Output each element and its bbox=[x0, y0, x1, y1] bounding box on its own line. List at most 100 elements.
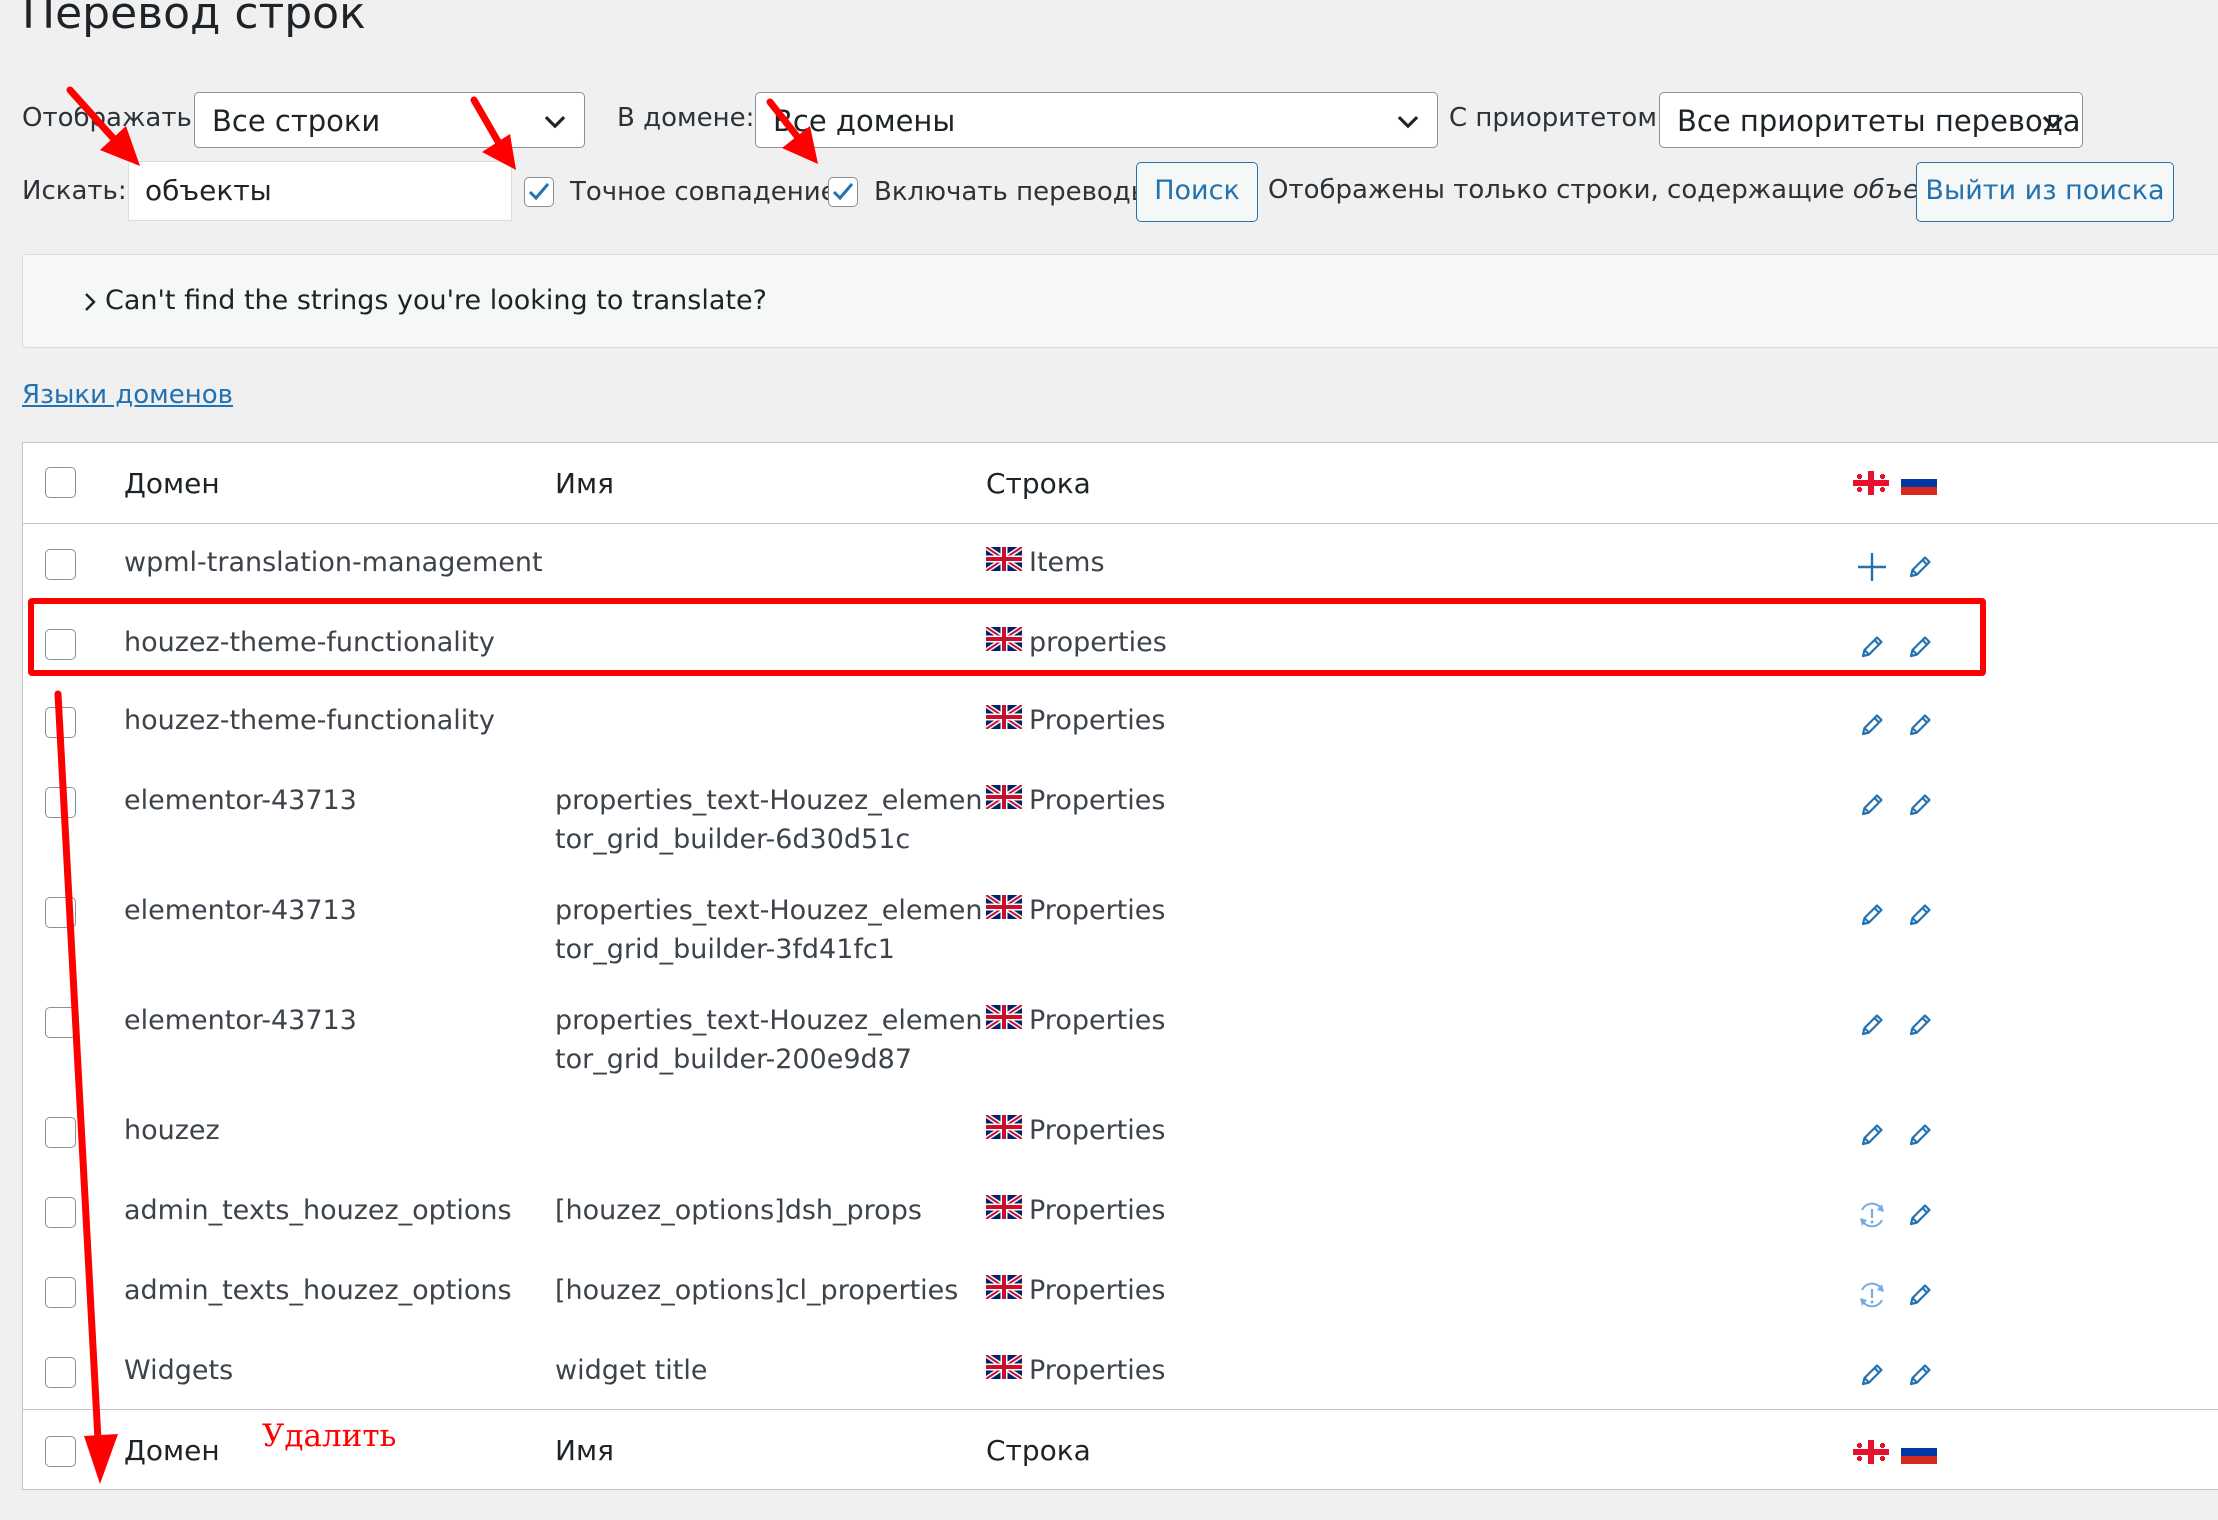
row-domain: admin_texts_houzez_options bbox=[124, 1195, 512, 1226]
edit-translation-icon[interactable] bbox=[1903, 898, 1937, 932]
add-translation-icon[interactable] bbox=[1855, 550, 1889, 584]
domain-languages-link[interactable]: Языки доменов bbox=[22, 380, 233, 410]
chevron-down-icon bbox=[1397, 115, 1419, 129]
column-name-footer[interactable]: Имя bbox=[555, 1434, 614, 1467]
row-name: properties_text-Houzez_elemen tor_grid_b… bbox=[555, 781, 982, 859]
row-checkbox[interactable] bbox=[45, 1117, 76, 1148]
row-name-line2: tor_grid_builder-6d30d51c bbox=[555, 824, 911, 855]
uk-flag-icon bbox=[986, 1005, 1022, 1029]
edit-translation-icon[interactable] bbox=[1855, 788, 1889, 822]
page-bottom bbox=[0, 1508, 2218, 1520]
russia-flag-icon bbox=[1901, 471, 1937, 495]
row-checkbox[interactable] bbox=[45, 707, 76, 738]
search-input[interactable]: объекты bbox=[128, 161, 512, 221]
priority-select[interactable]: Все приоритеты перевода bbox=[1659, 92, 2083, 148]
georgia-flag-icon bbox=[1853, 1440, 1889, 1464]
include-translations-checkbox[interactable] bbox=[828, 177, 858, 207]
page-title: Перевод строк bbox=[22, 0, 366, 39]
row-domain: houzez-theme-functionality bbox=[124, 705, 495, 736]
row-string: Items bbox=[1029, 547, 1105, 578]
row-string: Properties bbox=[1029, 1005, 1166, 1036]
row-checkbox[interactable] bbox=[45, 1277, 76, 1308]
table-row: Widgets widget title Properties bbox=[23, 1331, 2218, 1411]
chevron-down-icon bbox=[544, 115, 566, 129]
row-domain: wpml-translation-management bbox=[124, 547, 543, 578]
row-name-line1: widget title bbox=[555, 1355, 708, 1386]
table-row: houzez-theme-functionality Properties bbox=[23, 681, 2218, 761]
missing-strings-panel[interactable]: Can't find the strings you're looking to… bbox=[22, 254, 2218, 348]
uk-flag-icon bbox=[986, 895, 1022, 919]
search-button[interactable]: Поиск bbox=[1136, 162, 1258, 222]
edit-translation-icon[interactable] bbox=[1903, 1118, 1937, 1152]
select-all-checkbox[interactable] bbox=[45, 467, 76, 498]
row-name-line1: [houzez_options]dsh_props bbox=[555, 1195, 922, 1226]
uk-flag-icon bbox=[986, 1195, 1022, 1219]
exact-match-checkbox[interactable] bbox=[524, 177, 554, 207]
row-string: Properties bbox=[1029, 1275, 1166, 1306]
select-all-checkbox-footer[interactable] bbox=[45, 1436, 76, 1467]
row-name-line2: tor_grid_builder-200e9d87 bbox=[555, 1044, 913, 1075]
highlight-box-annotation bbox=[28, 598, 1986, 676]
edit-translation-icon[interactable] bbox=[1903, 788, 1937, 822]
table-row: admin_texts_houzez_options [houzez_optio… bbox=[23, 1171, 2218, 1251]
row-domain: elementor-43713 bbox=[124, 895, 357, 926]
row-domain: houzez bbox=[124, 1115, 220, 1146]
row-string: Properties bbox=[1029, 1115, 1166, 1146]
uk-flag-icon bbox=[986, 1355, 1022, 1379]
column-name[interactable]: Имя bbox=[555, 467, 614, 500]
row-checkbox[interactable] bbox=[45, 1197, 76, 1228]
show-label: Отображать: bbox=[22, 103, 201, 133]
edit-translation-icon[interactable] bbox=[1855, 1118, 1889, 1152]
edit-translation-icon[interactable] bbox=[1903, 708, 1937, 742]
row-checkbox[interactable] bbox=[45, 1357, 76, 1388]
uk-flag-icon bbox=[986, 1115, 1022, 1139]
translation-in-progress-icon[interactable] bbox=[1855, 1278, 1889, 1312]
priority-label: С приоритетом: bbox=[1449, 103, 1666, 133]
row-checkbox[interactable] bbox=[45, 549, 76, 580]
edit-translation-icon[interactable] bbox=[1903, 1008, 1937, 1042]
row-name: widget title bbox=[555, 1351, 707, 1390]
column-domain[interactable]: Домен bbox=[124, 467, 220, 500]
include-translations-label: Включать переводы bbox=[874, 177, 1152, 207]
uk-flag-icon bbox=[986, 1275, 1022, 1299]
row-name-line1: properties_text-Houzez_elemen bbox=[555, 1005, 983, 1036]
chevron-down-icon bbox=[2042, 115, 2064, 129]
table-row: elementor-43713 properties_text-Houzez_e… bbox=[23, 871, 2218, 965]
edit-translation-icon[interactable] bbox=[1903, 550, 1937, 584]
table-row: elementor-43713 properties_text-Houzez_e… bbox=[23, 981, 2218, 1075]
edit-translation-icon[interactable] bbox=[1855, 1358, 1889, 1392]
row-string: Properties bbox=[1029, 705, 1166, 736]
column-string[interactable]: Строка bbox=[986, 467, 1091, 500]
edit-translation-icon[interactable] bbox=[1903, 1198, 1937, 1232]
domain-label: В домене: bbox=[617, 103, 755, 133]
column-domain-footer[interactable]: Домен bbox=[124, 1434, 220, 1467]
edit-translation-icon[interactable] bbox=[1855, 898, 1889, 932]
row-domain: Widgets bbox=[124, 1355, 234, 1386]
edit-translation-icon[interactable] bbox=[1855, 1008, 1889, 1042]
delete-annotation-label: Удалить bbox=[262, 1418, 397, 1454]
table-row: houzez Properties bbox=[23, 1091, 2218, 1171]
row-name: properties_text-Houzez_elemen tor_grid_b… bbox=[555, 1001, 982, 1079]
show-select[interactable]: Все строки bbox=[194, 92, 585, 148]
search-status-text: Отображены только строки, содержащие объ… bbox=[1268, 175, 1970, 205]
domain-select[interactable]: Все домены bbox=[755, 92, 1438, 148]
row-name-line1: properties_text-Houzez_elemen bbox=[555, 785, 983, 816]
row-checkbox[interactable] bbox=[45, 1007, 76, 1038]
edit-translation-icon[interactable] bbox=[1903, 1358, 1937, 1392]
row-checkbox[interactable] bbox=[45, 897, 76, 928]
uk-flag-icon bbox=[986, 705, 1022, 729]
search-status-prefix: Отображены только строки, содержащие bbox=[1268, 175, 1845, 205]
row-domain: elementor-43713 bbox=[124, 785, 357, 816]
russia-flag-icon bbox=[1901, 1440, 1937, 1464]
row-name-line2: tor_grid_builder-3fd41fc1 bbox=[555, 934, 895, 965]
column-string-footer[interactable]: Строка bbox=[986, 1434, 1091, 1467]
table-header: Домен Имя Строка bbox=[23, 443, 2218, 524]
edit-translation-icon[interactable] bbox=[1903, 1278, 1937, 1312]
row-checkbox[interactable] bbox=[45, 787, 76, 818]
translation-in-progress-icon[interactable] bbox=[1855, 1198, 1889, 1232]
chevron-right-icon bbox=[85, 293, 96, 311]
row-name-line1: properties_text-Houzez_elemen bbox=[555, 895, 983, 926]
exit-search-button[interactable]: Выйти из поиска bbox=[1916, 162, 2174, 222]
row-string: Properties bbox=[1029, 1355, 1166, 1386]
edit-translation-icon[interactable] bbox=[1855, 708, 1889, 742]
